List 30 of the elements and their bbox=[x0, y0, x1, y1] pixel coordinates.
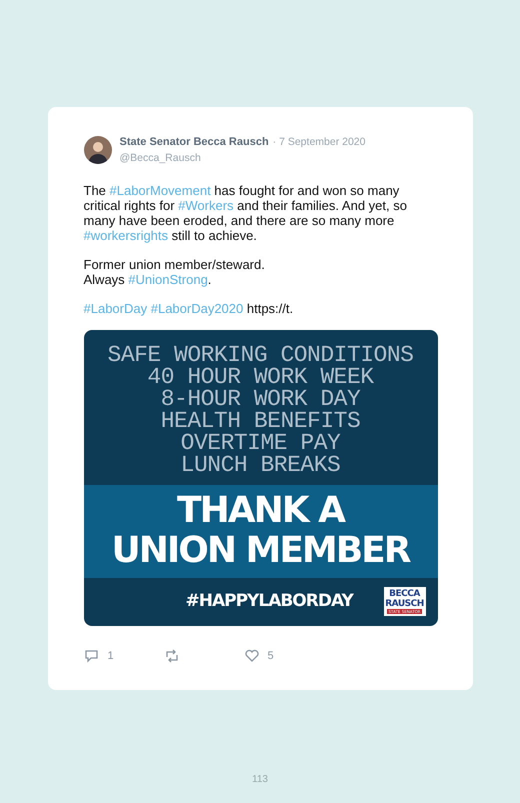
hashtag-link[interactable]: #UnionStrong bbox=[128, 272, 208, 286]
author-name[interactable]: State Senator Becca Rausch bbox=[120, 134, 269, 150]
graphic-text: SAFE WORKING CONDITIONS bbox=[108, 344, 414, 366]
tweet-date[interactable]: · 7 September 2020 bbox=[272, 135, 366, 151]
heart-icon[interactable] bbox=[244, 648, 260, 664]
reply-icon[interactable] bbox=[84, 648, 100, 664]
graphic-text: HEALTH BENEFITS bbox=[160, 410, 360, 432]
graphic-text: 40 HOUR WORK WEEK bbox=[147, 366, 374, 388]
graphic-text: OVERTIME PAY bbox=[180, 432, 340, 454]
graphic-hashtag: #HAPPYLABORDAY bbox=[186, 590, 353, 613]
action-count: 1 bbox=[108, 648, 114, 664]
tweet-text: The #LaborMovement has fought for and won so many critical rights for #Workers and their families. And yet, so many have been eroded, and there are so many more #workersrights still to achieve. bbox=[84, 182, 408, 242]
hashtag-link[interactable]: #LaborMovement bbox=[110, 182, 211, 198]
graphic-text: LUNCH BREAKS bbox=[180, 454, 340, 476]
headline-text: UNION MEMBER bbox=[111, 531, 410, 571]
author-handle[interactable]: @Becca_Rausch bbox=[120, 150, 366, 166]
hashtag-link[interactable]: #Workers bbox=[178, 198, 234, 212]
action-count: 5 bbox=[268, 648, 274, 664]
tweet-text: Former union member/steward. Always #UnionStrong. bbox=[84, 256, 266, 286]
hashtag-link[interactable]: #LaborDay bbox=[84, 300, 148, 316]
hashtag-link[interactable]: #workersrights bbox=[84, 228, 168, 242]
hashtag-link[interactable]: #LaborDay2020 bbox=[150, 300, 244, 316]
logo-text: RAUSCH bbox=[385, 599, 424, 609]
logo-text: BECCA bbox=[389, 589, 420, 599]
retweet-icon[interactable] bbox=[164, 648, 180, 664]
avatar[interactable] bbox=[84, 136, 112, 164]
headline-text: THANK A bbox=[177, 491, 344, 531]
graphic-text: 8-HOUR WORK DAY bbox=[160, 388, 360, 410]
page-number: 113 bbox=[252, 773, 268, 787]
tweet-text: #LaborDay #LaborDay2020 https://t. bbox=[84, 300, 294, 316]
